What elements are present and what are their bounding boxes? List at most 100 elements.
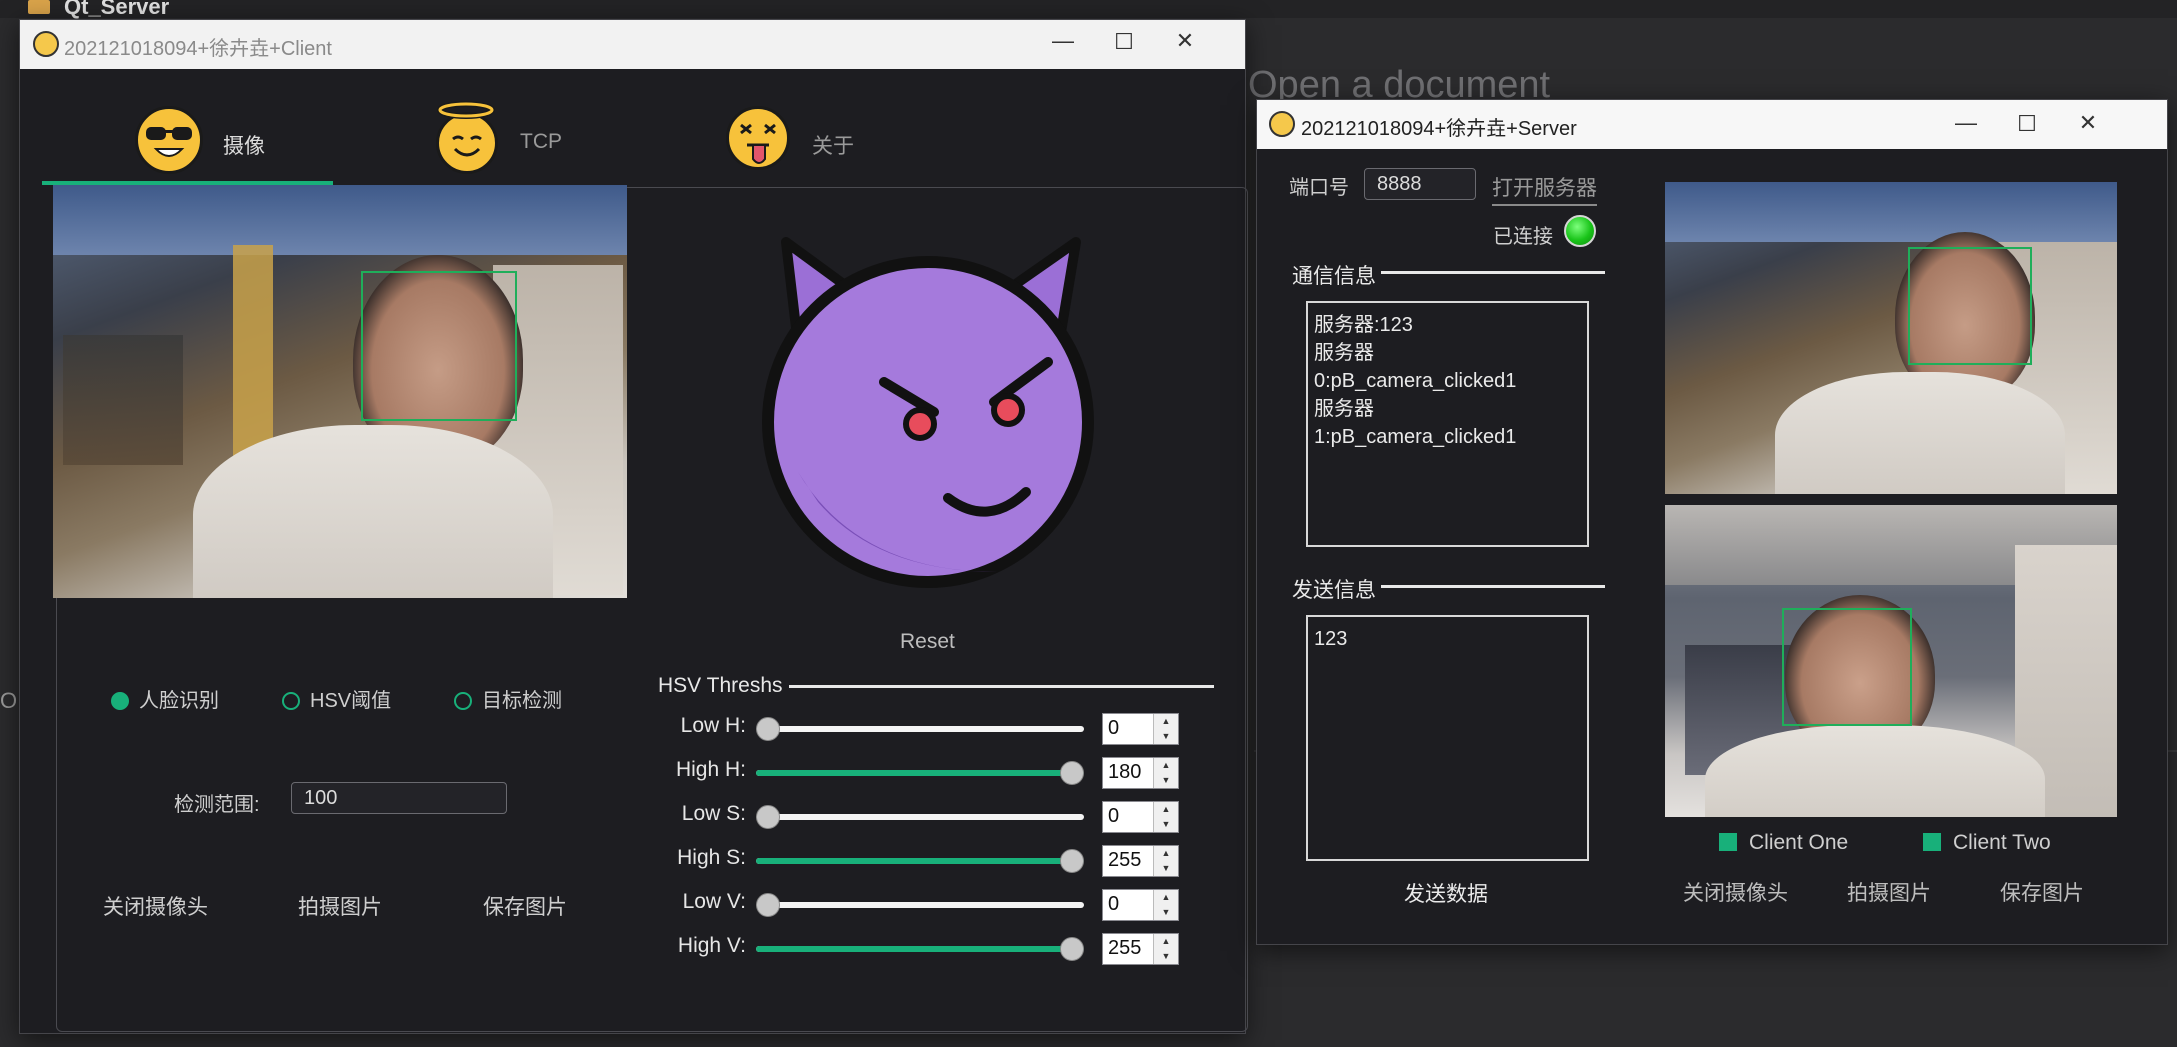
hsv-value-text: 255 [1108,937,1142,959]
spinbox-arrows[interactable]: ▲ ▼ [1153,714,1178,744]
tab-tcp[interactable]: TCP [332,90,622,186]
arrow-up-icon[interactable]: ▲ [1154,758,1178,773]
arrow-down-icon[interactable]: ▼ [1154,729,1178,744]
hsv-slider-track[interactable] [756,893,1084,917]
hsv-value-spinbox[interactable]: 180 ▲ ▼ [1102,757,1179,789]
hsv-slider-handle[interactable] [1060,761,1084,785]
hsv-value-spinbox[interactable]: 255 ▲ ▼ [1102,845,1179,877]
client-tab-bar: 摄像 TCP 关于 [42,90,882,186]
project-icon [28,0,50,14]
tab-about[interactable]: 关于 [622,90,912,186]
hsv-value-spinbox[interactable]: 255 ▲ ▼ [1102,933,1179,965]
arrow-down-icon[interactable]: ▼ [1154,773,1178,788]
legend-swatch [1923,833,1941,851]
spinbox-arrows[interactable]: ▲ ▼ [1153,890,1178,920]
spinbox-arrows[interactable]: ▲ ▼ [1153,802,1178,832]
hsv-slider-handle[interactable] [756,805,780,829]
radio-hsv-threshold[interactable]: HSV阈值 [282,684,391,713]
hsv-slider-label: Low H: [680,714,746,737]
close-button[interactable]: ✕ [1165,28,1205,54]
hsv-slider-track[interactable] [756,717,1084,741]
arrow-down-icon[interactable]: ▼ [1154,861,1178,876]
arrow-up-icon[interactable]: ▲ [1154,890,1178,905]
spinbox-arrows[interactable]: ▲ ▼ [1153,758,1178,788]
send-section-divider [1381,585,1605,588]
log-line: 1:pB_camera_clicked1 [1314,426,1517,448]
hsv-slider-track[interactable] [756,805,1084,829]
hsv-value-text: 0 [1108,893,1120,915]
tab-camera-label: 摄像 [223,135,265,158]
hsv-slider-handle[interactable] [1060,937,1084,961]
close-camera-button[interactable]: 关闭摄像头 [103,891,208,921]
arrow-up-icon[interactable]: ▲ [1154,802,1178,817]
open-server-button[interactable]: 打开服务器 [1492,172,1597,206]
arrow-up-icon[interactable]: ▲ [1154,846,1178,861]
arrow-up-icon[interactable]: ▲ [1154,714,1178,729]
hsv-slider-track[interactable] [756,849,1084,873]
hsv-slider-handle[interactable] [1060,849,1084,873]
radio-face-detection[interactable]: 人脸识别 [111,684,219,713]
minimize-button[interactable]: — [1043,28,1083,54]
arrow-down-icon[interactable]: ▼ [1154,905,1178,920]
server-app-icon [1269,111,1295,137]
hsv-slider-track[interactable] [756,937,1084,961]
hsv-slider-label: Low V: [682,890,746,913]
legend-client-one-label: Client One [1749,831,1849,854]
legend-swatch [1719,833,1737,851]
minimize-button[interactable]: — [1946,110,1986,136]
hsv-slider-handle[interactable] [756,893,780,917]
hsv-slider-track[interactable] [756,761,1084,785]
log-line: 服务器 [1314,398,1374,420]
server-save-image-button[interactable]: 保存图片 [2000,877,2084,907]
arrow-up-icon[interactable]: ▲ [1154,934,1178,949]
arrow-down-icon[interactable]: ▼ [1154,949,1178,964]
spinbox-arrows[interactable]: ▲ ▼ [1153,846,1178,876]
hsv-value-spinbox[interactable]: 0 ▲ ▼ [1102,889,1179,921]
tab-camera[interactable]: 摄像 [42,90,332,186]
devil-emoji-icon [758,212,1098,592]
client-titlebar[interactable]: 202121018094+徐卉垚+Client — ☐ ✕ [20,20,1245,69]
hsv-section-title: HSV Threshs [658,674,783,697]
detection-range-input[interactable]: 100 [291,782,507,814]
radio-object-detection[interactable]: 目标检测 [454,684,562,713]
tongue-out-emoji-icon [726,106,790,170]
hsv-value-text: 180 [1108,761,1142,783]
face-detection-box [1782,608,1912,726]
camera-preview-image [53,185,627,598]
send-section-title: 发送信息 [1292,579,1376,602]
communication-log[interactable]: 服务器:123 服务器 0:pB_camera_clicked1 服务器 1:p… [1306,301,1589,547]
detection-range-label: 检测范围: [174,794,260,816]
port-input[interactable]: 8888 [1364,168,1476,200]
comm-section-title: 通信信息 [1292,265,1376,288]
server-titlebar[interactable]: 202121018094+徐卉垚+Server — ☐ ✕ [1257,100,2167,149]
server-close-camera-button[interactable]: 关闭摄像头 [1683,877,1788,907]
send-data-button[interactable]: 发送数据 [1404,878,1488,908]
hsv-value-spinbox[interactable]: 0 ▲ ▼ [1102,801,1179,833]
hsv-value-spinbox[interactable]: 0 ▲ ▼ [1102,713,1179,745]
radio-hsv-threshold-label: HSV阈值 [310,690,392,712]
face-detection-box [361,271,517,421]
maximize-button[interactable]: ☐ [2007,111,2047,137]
tab-about-label: 关于 [812,135,854,158]
save-image-button[interactable]: 保存图片 [483,891,567,921]
reset-button[interactable]: Reset [900,630,955,654]
radio-object-detection-label: 目标检测 [482,690,562,712]
hsv-slider-label: High S: [677,846,746,869]
log-line: 0:pB_camera_clicked1 [1314,370,1517,392]
capture-image-button[interactable]: 拍摄图片 [298,891,382,921]
hsv-slider-fill [756,770,1084,776]
connection-status-led-icon [1564,215,1596,247]
hsv-slider-handle[interactable] [756,717,780,741]
maximize-button[interactable]: ☐ [1104,29,1144,55]
legend-client-two: Client Two [1923,831,2051,855]
ide-left-fragment: O [0,688,18,713]
face-detection-box [1908,247,2032,365]
client-app-icon [33,31,59,57]
server-capture-image-button[interactable]: 拍摄图片 [1847,877,1931,907]
send-message-input[interactable]: 123 [1306,615,1589,861]
spinbox-arrows[interactable]: ▲ ▼ [1153,934,1178,964]
close-button[interactable]: ✕ [2068,110,2108,136]
arrow-down-icon[interactable]: ▼ [1154,817,1178,832]
hsv-value-text: 255 [1108,849,1142,871]
hsv-value-text: 0 [1108,717,1120,739]
